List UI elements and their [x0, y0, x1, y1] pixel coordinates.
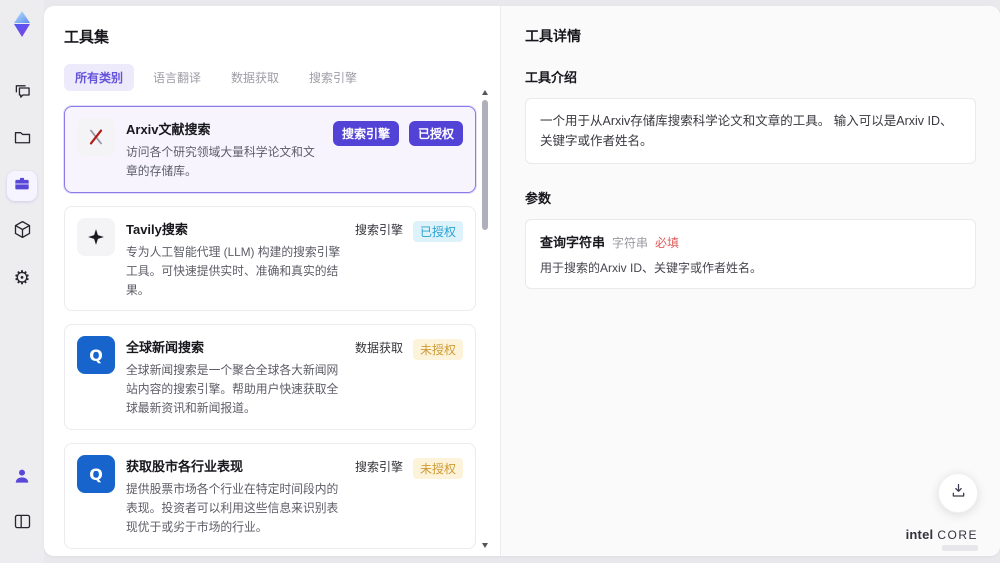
tab-all-categories[interactable]: 所有类别: [64, 64, 135, 91]
tool-description: 提供股票市场各个行业在特定时间段内的表现。投资者可以利用这些信息来识别表现优于或…: [126, 482, 339, 534]
briefcase-icon: [12, 174, 32, 199]
sidebar-item-tools[interactable]: [7, 171, 37, 201]
status-badge: 已授权: [408, 121, 463, 146]
tool-description: 全球新闻搜索是一个聚合全球各大新闻网站内容的搜索引擎。帮助用户快速获取全球最新资…: [126, 363, 339, 416]
tool-card[interactable]: Tavily搜索 专为人工智能代理 (LLM) 构建的搜索引擎工具。可快速提供实…: [64, 205, 476, 312]
core-wordmark: CORE: [937, 528, 978, 542]
sidebar-item-packages[interactable]: [7, 217, 37, 247]
blue-q-icon: Q: [77, 455, 115, 493]
category-tabs: 所有类别 语言翻译 数据获取 搜索引擎: [64, 64, 476, 91]
tool-description: 访问各个研究领域大量科学论文和文章的存储库。: [126, 145, 315, 178]
tab-language-translation[interactable]: 语言翻译: [142, 64, 212, 91]
sidebar-item-files[interactable]: [7, 125, 37, 155]
category-tag: 搜索引擎: [354, 222, 403, 237]
scrollbar-down-arrow[interactable]: [482, 543, 488, 548]
list-scrollbar[interactable]: [481, 90, 489, 548]
intel-core-logo: intel CORE: [906, 527, 978, 551]
scrollbar-thumb[interactable]: [482, 100, 488, 230]
required-badge: 必填: [655, 236, 680, 250]
params-heading: 参数: [525, 191, 552, 206]
category-tag: 搜索引擎: [354, 460, 403, 474]
parameter-description: 用于搜索的Arxiv ID、关键字或作者姓名。: [540, 261, 763, 275]
tool-title: 全球新闻搜索: [126, 340, 205, 356]
layout-panel-icon: [12, 511, 33, 537]
parameter-box: 查询字符串 字符串 必填 用于搜索的Arxiv ID、关键字或作者姓名。: [525, 219, 976, 289]
status-badge: 未授权: [412, 458, 463, 479]
tool-title: Tavily搜索: [126, 221, 188, 237]
main-panel: 工具集 所有类别 语言翻译 数据获取 搜索引擎 Arxiv文献搜索 访问各个研究…: [44, 6, 1000, 556]
detail-title: 工具详情: [525, 28, 581, 44]
arxiv-icon: [77, 118, 115, 156]
category-tag: 搜索引擎: [332, 121, 399, 146]
intel-wordmark: intel: [905, 527, 934, 542]
cube-icon: [12, 219, 33, 245]
intro-heading: 工具介绍: [525, 70, 578, 85]
sidebar-item-account[interactable]: [7, 463, 37, 493]
tool-title: Arxiv文献搜索: [126, 122, 211, 137]
page-title: 工具集: [64, 29, 110, 46]
gear-icon: ⚙: [13, 266, 31, 289]
tab-search-engine[interactable]: 搜索引擎: [298, 64, 368, 91]
folder-icon: [12, 127, 33, 153]
sidebar-item-chat[interactable]: [7, 79, 37, 109]
sidebar-item-settings[interactable]: ⚙: [7, 263, 37, 293]
download-icon: [949, 481, 968, 505]
tool-card[interactable]: Arxiv文献搜索 访问各个研究领域大量科学论文和文章的存储库。 搜索引擎 已授…: [64, 106, 476, 193]
app-logo: [7, 9, 37, 39]
tool-description: 专为人工智能代理 (LLM) 构建的搜索引擎工具。可快速提供实时、准确和真实的结…: [126, 244, 341, 297]
sidebar-item-layout-toggle[interactable]: [7, 509, 37, 539]
chat-icon: [12, 81, 33, 107]
tool-intro-box: 一个用于从Arxiv存储库搜索科学论文和文章的工具。 输入可以是Arxiv ID…: [525, 98, 976, 164]
scrollbar-up-arrow[interactable]: [482, 90, 488, 95]
blue-q-icon: Q: [77, 336, 115, 375]
user-icon: [12, 466, 32, 491]
tool-card[interactable]: Q 全球新闻搜索 全球新闻搜索是一个聚合全球各大新闻网站内容的搜索引擎。帮助用户…: [64, 324, 476, 430]
tool-list: Arxiv文献搜索 访问各个研究领域大量科学论文和文章的存储库。 搜索引擎 已授…: [64, 106, 476, 556]
tavily-icon: [77, 217, 115, 256]
tool-title: 获取股市各行业表现: [126, 459, 244, 474]
download-button[interactable]: [938, 473, 978, 513]
tool-card[interactable]: Q 获取股市各行业表现 提供股票市场各个行业在特定时间段内的表现。投资者可以利用…: [64, 443, 476, 549]
sidebar-rail: ⚙: [0, 0, 44, 563]
status-badge: 已授权: [412, 220, 463, 242]
intel-sub-badge: [942, 545, 978, 551]
tab-data-fetching[interactable]: 数据获取: [220, 64, 290, 91]
parameter-type: 字符串: [612, 236, 649, 250]
parameter-name: 查询字符串: [540, 235, 606, 250]
status-badge: 未授权: [412, 339, 463, 361]
category-tag: 数据获取: [354, 341, 403, 356]
tool-detail-pane: 工具详情 工具介绍 一个用于从Arxiv存储库搜索科学论文和文章的工具。 输入可…: [500, 6, 1000, 556]
tool-list-pane: 工具集 所有类别 语言翻译 数据获取 搜索引擎 Arxiv文献搜索 访问各个研究…: [44, 6, 500, 556]
